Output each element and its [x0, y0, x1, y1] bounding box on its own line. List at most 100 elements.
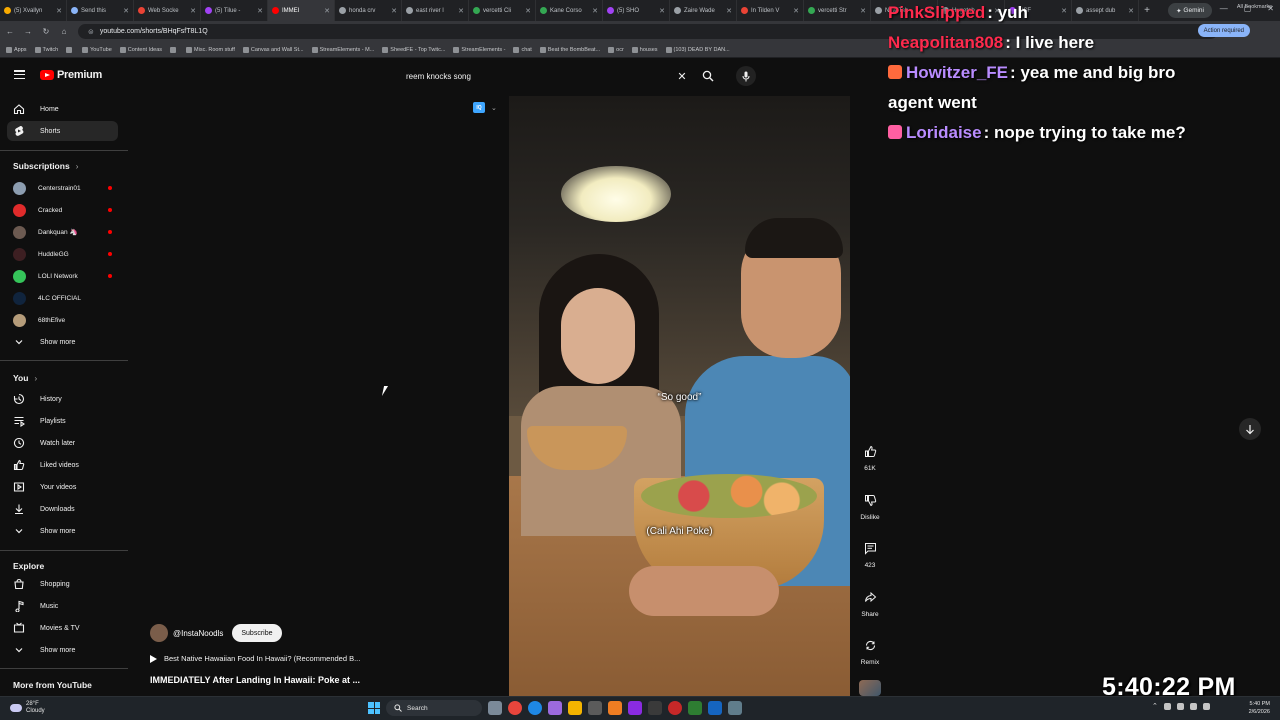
- obs-icon[interactable]: [668, 701, 682, 715]
- comments-button[interactable]: 423: [855, 537, 885, 569]
- bookmark-item[interactable]: [170, 46, 178, 53]
- close-tab-icon[interactable]: ✕: [525, 7, 531, 15]
- app-icon[interactable]: [648, 701, 662, 715]
- browser-tab[interactable]: In Tilden V ✕: [737, 0, 804, 21]
- bookmark-item[interactable]: StreamElements - M...: [311, 46, 374, 53]
- browser-tab[interactable]: IMMEI ✕: [268, 0, 335, 21]
- quality-settings[interactable]: IQ ⌄: [473, 102, 497, 113]
- bookmark-item[interactable]: Beat the BombBeat...: [539, 46, 600, 53]
- subscriptions-heading[interactable]: Subscriptions ›: [13, 161, 78, 171]
- battery-icon[interactable]: [1202, 702, 1210, 710]
- browser-tab[interactable]: (5) Xvallyn ✕: [0, 0, 67, 21]
- tray-icon[interactable]: [1163, 702, 1171, 710]
- reload-icon[interactable]: ↻: [42, 27, 50, 36]
- browser-tab[interactable]: assept dub ✕: [1072, 0, 1139, 21]
- sidebar-item-your-videos[interactable]: Your videos: [7, 477, 118, 497]
- twitch-icon[interactable]: [628, 701, 642, 715]
- edge-icon[interactable]: [528, 701, 542, 715]
- discord-icon[interactable]: [548, 701, 562, 715]
- browser-tab[interactable]: (5) SHO ✕: [603, 0, 670, 21]
- browser-tab[interactable]: vercetti Cli ✕: [469, 0, 536, 21]
- sidebar-item-movies[interactable]: Movies & TV: [7, 618, 118, 638]
- sidebar-item-shorts[interactable]: Shorts: [7, 121, 118, 141]
- close-tab-icon[interactable]: ✕: [659, 7, 665, 15]
- remix-button[interactable]: Remix: [855, 634, 885, 666]
- close-tab-icon[interactable]: ✕: [860, 7, 866, 15]
- browser-tab[interactable]: vercetti Str ✕: [804, 0, 871, 21]
- short-title[interactable]: IMMEDIATELY After Landing In Hawaii: Pok…: [150, 675, 400, 685]
- weather-widget[interactable]: 28°F Cloudy: [10, 701, 45, 715]
- subscribe-button[interactable]: Subscribe: [232, 624, 282, 642]
- chrome-icon[interactable]: [508, 701, 522, 715]
- close-tab-icon[interactable]: ✕: [592, 7, 598, 15]
- close-tab-icon[interactable]: ✕: [1128, 7, 1134, 15]
- search-button[interactable]: [694, 70, 722, 82]
- bookmark-item[interactable]: houses: [631, 46, 658, 53]
- bookmark-item[interactable]: (103) DEAD BY DAN...: [665, 46, 730, 53]
- close-tab-icon[interactable]: ✕: [726, 7, 732, 15]
- gemini-button[interactable]: ✦ Gemini: [1168, 3, 1212, 18]
- close-tab-icon[interactable]: ✕: [1061, 7, 1067, 15]
- app-icon[interactable]: [708, 701, 722, 715]
- clear-search-icon[interactable]: ✕: [670, 70, 694, 83]
- short-video-player[interactable]: “So good” (Cali Ahi Poke): [509, 96, 850, 696]
- store-icon[interactable]: [588, 701, 602, 715]
- you-heading[interactable]: You ›: [13, 373, 37, 383]
- volume-icon[interactable]: [1189, 702, 1197, 710]
- action-required-button[interactable]: Action required: [1197, 24, 1250, 37]
- subscription-item[interactable]: Centerstrain01: [13, 178, 118, 198]
- channel-avatar[interactable]: [150, 624, 168, 642]
- sidebar-item-download[interactable]: Downloads: [7, 499, 118, 519]
- bookmark-item[interactable]: chat: [513, 46, 532, 53]
- task-view-icon[interactable]: [488, 701, 502, 715]
- sidebar-item-home[interactable]: Home: [7, 99, 118, 119]
- youtube-premium-logo[interactable]: Premium: [40, 69, 102, 81]
- subscription-item[interactable]: 4LC OFFICIAL: [13, 288, 118, 308]
- you-show-more-button[interactable]: Show more: [7, 521, 118, 541]
- app-icon[interactable]: [608, 701, 622, 715]
- back-icon[interactable]: ←: [6, 27, 14, 36]
- close-tab-icon[interactable]: ✕: [324, 7, 330, 15]
- minimize-icon[interactable]: —: [1220, 4, 1228, 13]
- home-browser-icon[interactable]: ⌂: [60, 27, 68, 36]
- bookmark-item[interactable]: [66, 46, 74, 53]
- bookmark-item[interactable]: Misc. Room stuff: [186, 46, 235, 53]
- taskbar-clock[interactable]: 5:40 PM 2/6/2026: [1240, 700, 1270, 716]
- sidebar-item-history[interactable]: History: [7, 389, 118, 409]
- all-bookmarks-link[interactable]: All Bookmarks: [1237, 4, 1272, 10]
- subs-show-more-button[interactable]: Show more: [7, 332, 118, 352]
- browser-tab[interactable]: Zaire Wade ✕: [670, 0, 737, 21]
- browser-tab[interactable]: honda crv ✕: [335, 0, 402, 21]
- browser-tab[interactable]: east river l ✕: [402, 0, 469, 21]
- forward-icon[interactable]: →: [24, 27, 32, 36]
- audio-thumbnail[interactable]: [859, 680, 881, 696]
- browser-tab[interactable]: Web Socke ✕: [134, 0, 201, 21]
- channel-name[interactable]: @InstaNoodls: [173, 629, 223, 638]
- browser-tab[interactable]: Kane Corso ✕: [536, 0, 603, 21]
- search-input[interactable]: reem knocks song: [396, 72, 670, 81]
- sidebar-item-playlists[interactable]: Playlists: [7, 411, 118, 431]
- linked-video[interactable]: Best Native Hawaiian Food In Hawaii? (Re…: [150, 654, 400, 663]
- browser-tab[interactable]: (5) Tilue - ✕: [201, 0, 268, 21]
- site-info-icon[interactable]: ⊜: [88, 28, 94, 36]
- like-button[interactable]: 61K: [855, 440, 885, 472]
- close-tab-icon[interactable]: ✕: [458, 7, 464, 15]
- subscription-item[interactable]: HuddleGG: [13, 244, 118, 264]
- steam-icon[interactable]: [728, 701, 742, 715]
- share-button[interactable]: Share: [855, 586, 885, 618]
- sidebar-item-shopping[interactable]: Shopping: [7, 574, 118, 594]
- explore-show-more-button[interactable]: Show more: [7, 640, 118, 660]
- windows-start-icon[interactable]: [368, 702, 380, 714]
- bookmark-item[interactable]: Twitch: [34, 46, 58, 53]
- bookmark-item[interactable]: ocr: [608, 46, 624, 53]
- close-tab-icon[interactable]: ✕: [391, 7, 397, 15]
- wifi-icon[interactable]: [1176, 702, 1184, 710]
- chevron-up-icon[interactable]: ⌃: [1152, 702, 1158, 710]
- bookmark-item[interactable]: StreamElements -: [453, 46, 505, 53]
- new-tab-icon[interactable]: +: [1139, 5, 1155, 16]
- close-tab-icon[interactable]: ✕: [257, 7, 263, 15]
- subscription-item[interactable]: Cracked: [13, 200, 118, 220]
- file-explorer-icon[interactable]: [568, 701, 582, 715]
- subscription-item[interactable]: 68thEfive: [13, 310, 118, 330]
- taskbar-search[interactable]: Search: [386, 700, 482, 716]
